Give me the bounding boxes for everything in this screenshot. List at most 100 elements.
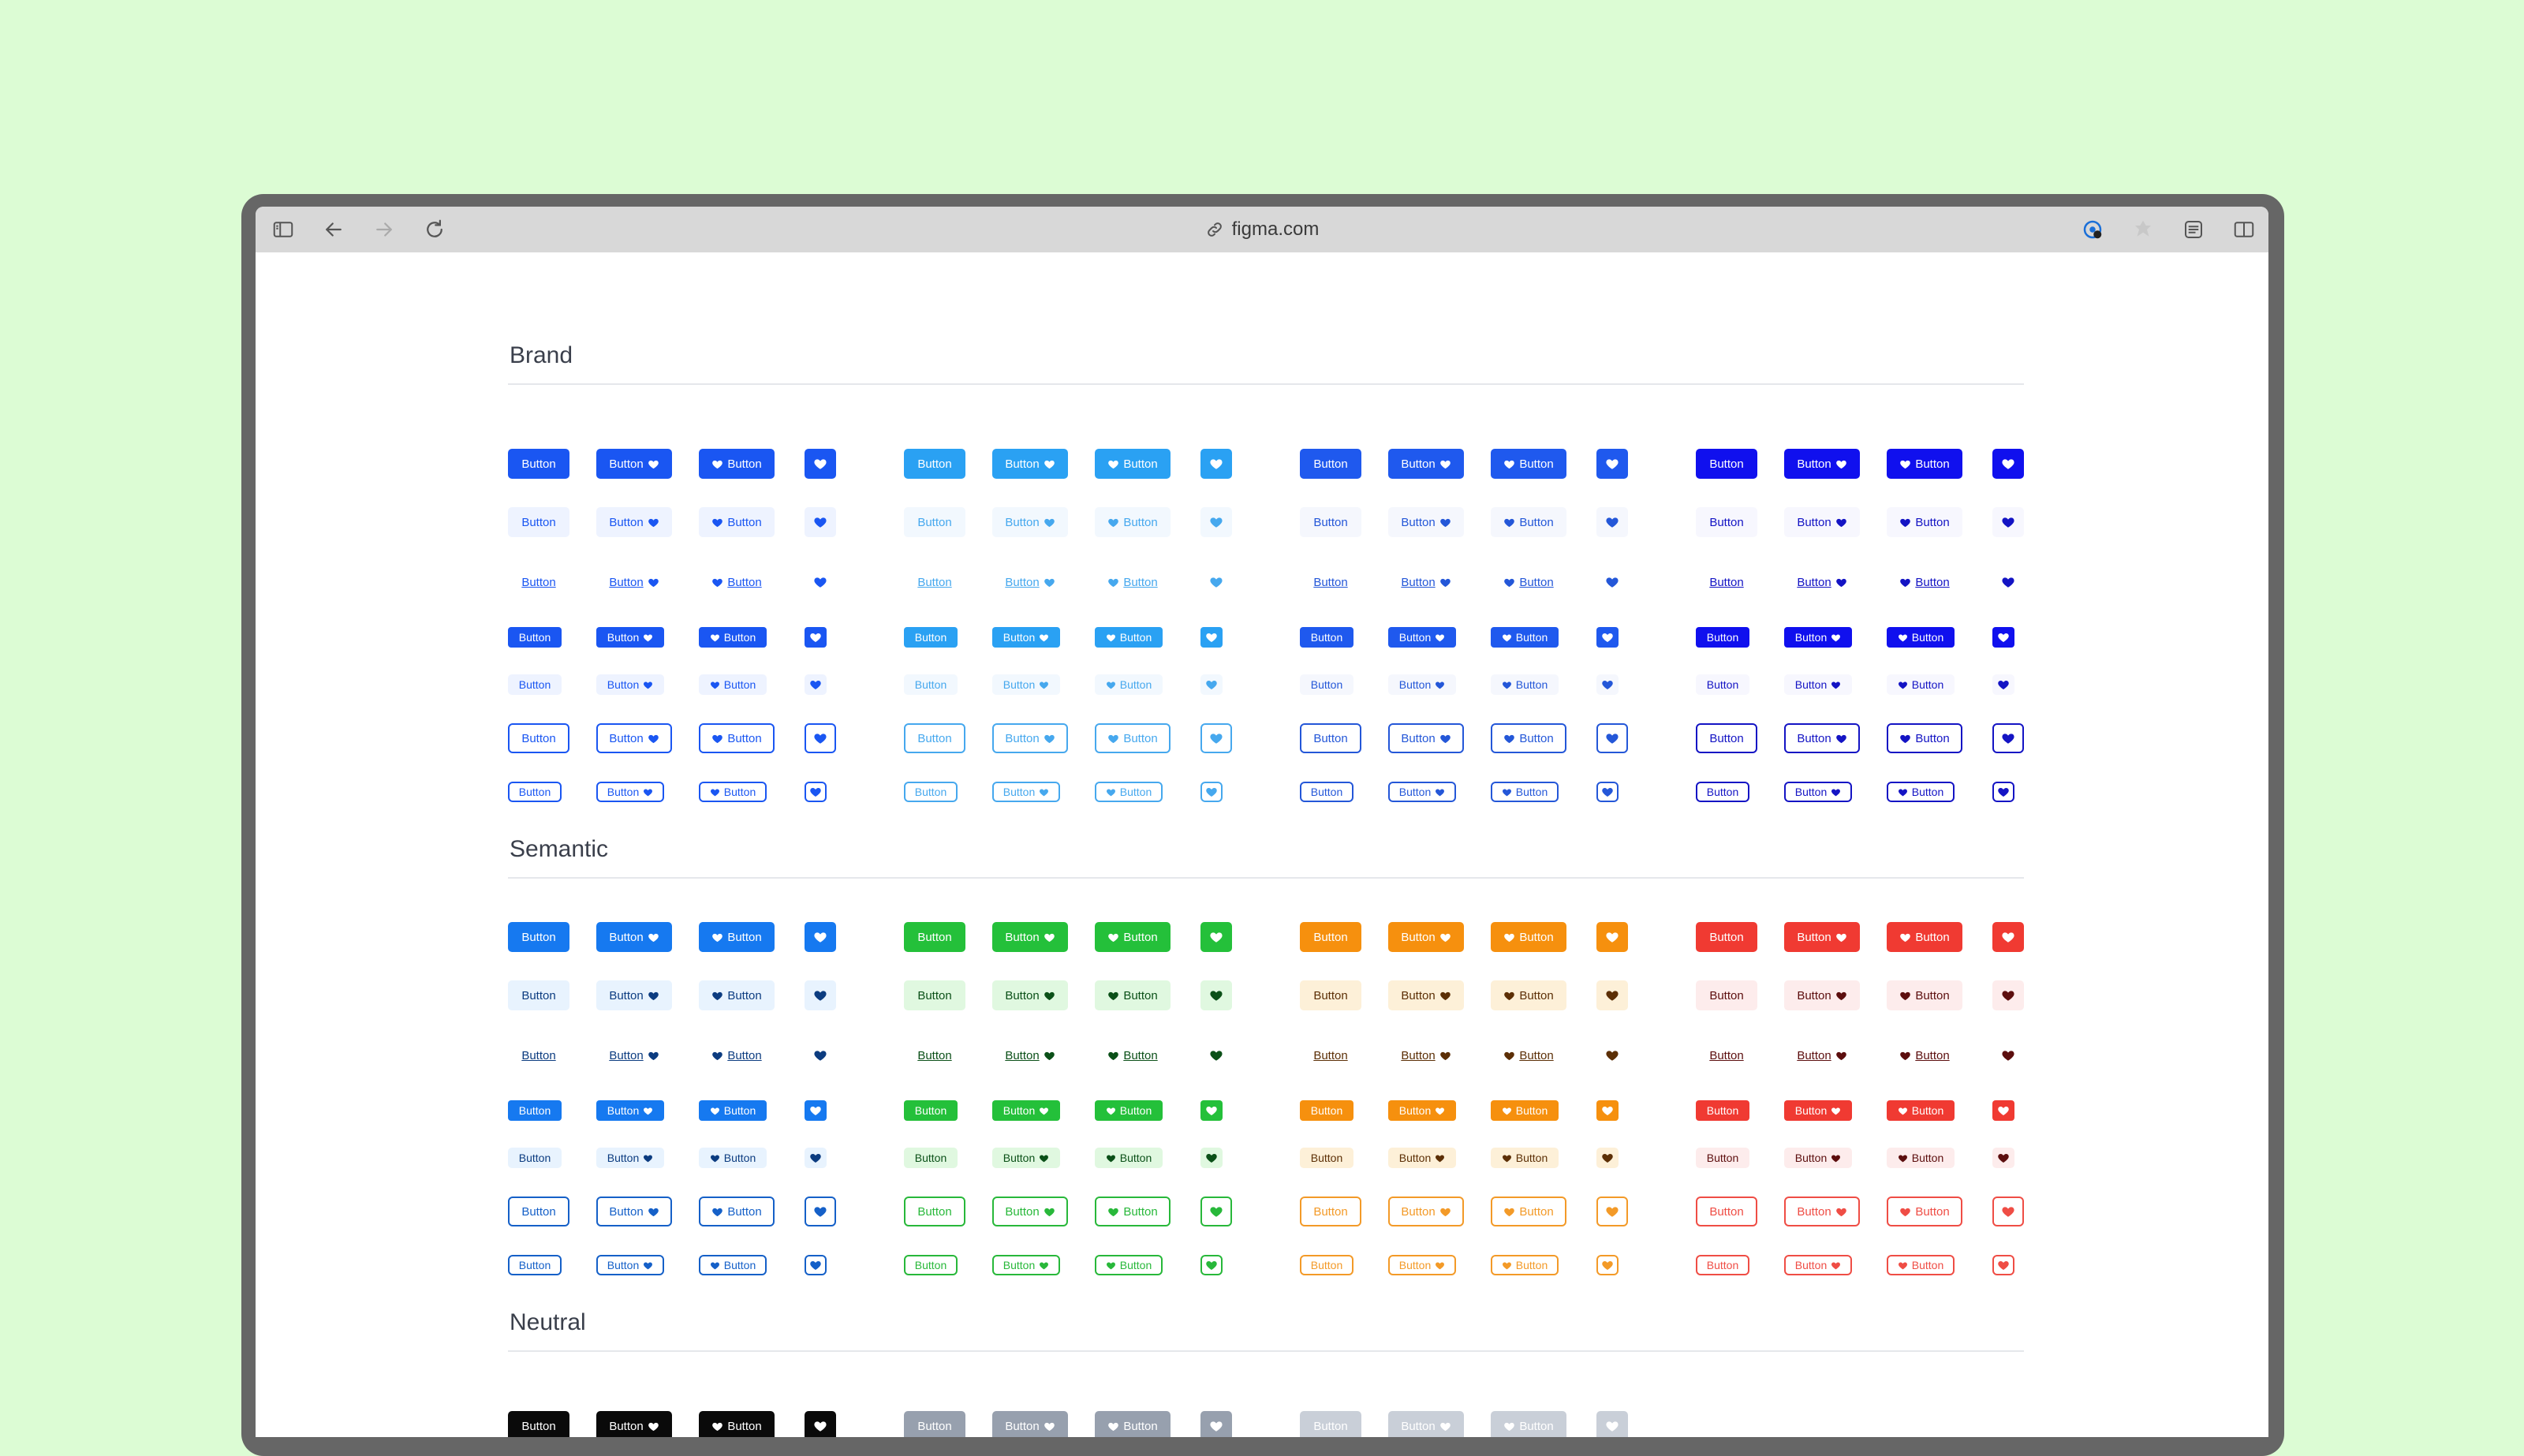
button[interactable]: Button (596, 1411, 672, 1437)
button[interactable]: Button (596, 980, 672, 1010)
button[interactable]: Button (1300, 1148, 1353, 1168)
icon-button[interactable] (805, 507, 836, 537)
button[interactable]: Button (1887, 980, 1962, 1010)
icon-button[interactable] (1596, 507, 1628, 537)
icon-button[interactable] (1596, 1197, 1628, 1226)
button[interactable]: Button (1696, 674, 1749, 695)
button[interactable]: Button (699, 1042, 775, 1069)
button[interactable]: Button (904, 1100, 958, 1121)
icon-button[interactable] (805, 627, 827, 648)
button[interactable]: Button (1388, 507, 1464, 537)
button[interactable]: Button (596, 627, 664, 648)
button[interactable]: Button (1491, 1148, 1559, 1168)
button[interactable]: Button (1887, 782, 1955, 802)
button[interactable]: Button (1388, 1255, 1456, 1275)
button[interactable]: Button (1696, 1100, 1749, 1121)
button[interactable]: Button (1491, 569, 1566, 595)
button[interactable]: Button (1388, 627, 1456, 648)
button[interactable]: Button (904, 723, 965, 753)
button[interactable]: Button (1784, 1197, 1860, 1226)
button[interactable]: Button (904, 1197, 965, 1226)
icon-button[interactable] (1992, 782, 2014, 802)
icon-button[interactable] (1200, 723, 1232, 753)
button[interactable]: Button (1095, 1197, 1171, 1226)
button[interactable]: Button (992, 569, 1068, 595)
icon-button[interactable] (805, 449, 836, 479)
button[interactable]: Button (1491, 627, 1559, 648)
button[interactable]: Button (904, 449, 965, 479)
button[interactable]: Button (596, 674, 664, 695)
button[interactable]: Button (1095, 1100, 1163, 1121)
button[interactable]: Button (596, 507, 672, 537)
icon-button[interactable] (1992, 507, 2024, 537)
button[interactable]: Button (699, 980, 775, 1010)
button[interactable]: Button (1300, 980, 1361, 1010)
button[interactable]: Button (1388, 1042, 1464, 1069)
icon-button[interactable] (805, 569, 836, 595)
button[interactable]: Button (508, 1148, 562, 1168)
address-bar[interactable]: figma.com (256, 207, 2268, 252)
button[interactable]: Button (596, 1100, 664, 1121)
icon-button[interactable] (1596, 980, 1628, 1010)
button[interactable]: Button (508, 1411, 569, 1437)
button[interactable]: Button (1696, 627, 1749, 648)
button[interactable]: Button (1388, 1197, 1464, 1226)
button[interactable]: Button (1491, 980, 1566, 1010)
icon-button[interactable] (1992, 1042, 2024, 1069)
button[interactable]: Button (699, 1411, 775, 1437)
button[interactable]: Button (904, 1411, 965, 1437)
icon-button[interactable] (1200, 1148, 1223, 1168)
button[interactable]: Button (1095, 1255, 1163, 1275)
button[interactable]: Button (1095, 507, 1171, 537)
button[interactable]: Button (1300, 782, 1353, 802)
button[interactable]: Button (1388, 782, 1456, 802)
button[interactable]: Button (1491, 922, 1566, 952)
button[interactable]: Button (508, 627, 562, 648)
icon-button[interactable] (805, 782, 827, 802)
button[interactable]: Button (1095, 782, 1163, 802)
button[interactable]: Button (1887, 569, 1962, 595)
button[interactable]: Button (1696, 569, 1757, 595)
button[interactable]: Button (904, 922, 965, 952)
button[interactable]: Button (699, 1148, 767, 1168)
button[interactable]: Button (904, 1148, 958, 1168)
button[interactable]: Button (508, 922, 569, 952)
icon-button[interactable] (1200, 1042, 1232, 1069)
button[interactable]: Button (992, 1255, 1060, 1275)
icon-button[interactable] (1200, 449, 1232, 479)
icon-button[interactable] (1992, 922, 2024, 952)
button[interactable]: Button (992, 1100, 1060, 1121)
icon-button[interactable] (805, 980, 836, 1010)
button[interactable]: Button (1300, 627, 1353, 648)
button[interactable]: Button (904, 507, 965, 537)
button[interactable]: Button (596, 1255, 664, 1275)
button[interactable]: Button (1300, 723, 1361, 753)
button[interactable]: Button (1491, 449, 1566, 479)
icon-button[interactable] (805, 1197, 836, 1226)
button[interactable]: Button (1696, 723, 1757, 753)
button[interactable]: Button (1696, 782, 1749, 802)
button[interactable]: Button (1887, 1197, 1962, 1226)
button[interactable]: Button (699, 723, 775, 753)
icon-button[interactable] (1200, 782, 1223, 802)
button[interactable]: Button (1300, 569, 1361, 595)
button[interactable]: Button (1887, 1148, 1955, 1168)
icon-button[interactable] (1992, 1197, 2024, 1226)
button[interactable]: Button (992, 507, 1068, 537)
button[interactable]: Button (1095, 627, 1163, 648)
button[interactable]: Button (1696, 507, 1757, 537)
icon-button[interactable] (1596, 1042, 1628, 1069)
button[interactable]: Button (1887, 627, 1955, 648)
button[interactable]: Button (1784, 674, 1852, 695)
button[interactable]: Button (1388, 569, 1464, 595)
button[interactable]: Button (1491, 674, 1559, 695)
button[interactable]: Button (1784, 569, 1860, 595)
button[interactable]: Button (1388, 1100, 1456, 1121)
icon-button[interactable] (805, 1148, 827, 1168)
button[interactable]: Button (508, 449, 569, 479)
button[interactable]: Button (1491, 1042, 1566, 1069)
button[interactable]: Button (1388, 674, 1456, 695)
button[interactable]: Button (1887, 1042, 1962, 1069)
button[interactable]: Button (992, 723, 1068, 753)
button[interactable]: Button (1491, 782, 1559, 802)
